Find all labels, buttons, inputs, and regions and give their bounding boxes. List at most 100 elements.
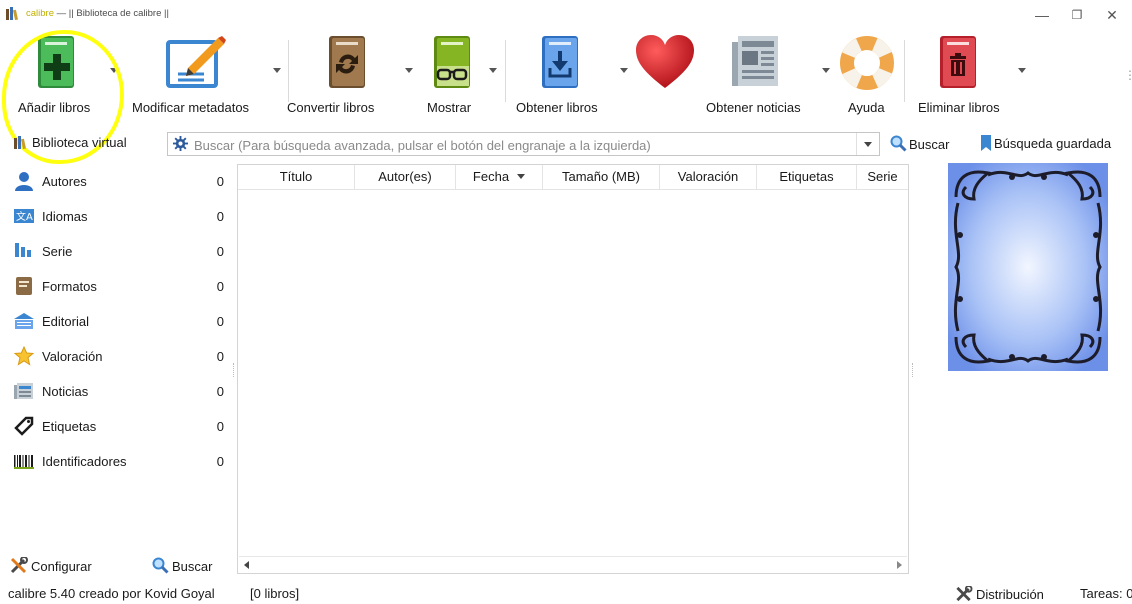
left-splitter-handle[interactable] — [233, 363, 236, 377]
tools-icon — [956, 586, 973, 602]
tag-browser-item-series[interactable]: Serie 0 — [14, 237, 224, 267]
authors-icon — [15, 172, 33, 191]
layout-button[interactable]: Distribución — [955, 586, 1044, 602]
search-icon — [890, 135, 907, 152]
edit-metadata-dropdown-arrow[interactable] — [273, 68, 281, 73]
formats-icon — [16, 277, 32, 295]
tag-browser-footer: Configurar Buscar — [0, 552, 232, 580]
book-cover-placeholder — [948, 163, 1108, 371]
search-button[interactable]: Buscar — [890, 135, 949, 152]
configure-label: Configurar — [31, 559, 92, 574]
bookmark-icon — [981, 135, 991, 151]
status-book-count: [0 libros] — [250, 586, 300, 601]
status-version: calibre 5.40 creado por Kovid Goyal — [8, 586, 215, 601]
horizontal-scrollbar[interactable] — [239, 556, 907, 573]
tag-browser-item-languages[interactable]: 文A Idiomas 0 — [14, 202, 224, 232]
jobs-indicator[interactable]: Tareas: 0 — [1080, 586, 1132, 601]
toolbar-separator — [904, 40, 905, 102]
tag-browser-item-tags[interactable]: Etiquetas 0 — [14, 412, 224, 442]
toolbar-separator — [505, 40, 506, 102]
configure-button[interactable]: Configurar — [10, 557, 92, 574]
scroll-left-arrow[interactable] — [244, 561, 249, 569]
scroll-right-arrow[interactable] — [897, 561, 902, 569]
tag-browser-item-label: Identificadores — [42, 454, 127, 469]
publisher-icon — [14, 313, 34, 329]
search-bar-row: Biblioteca virtual Buscar Búsqueda guard… — [0, 128, 1132, 162]
remove-books-dropdown-arrow[interactable] — [1018, 68, 1026, 73]
tag-browser-item-count: 0 — [216, 349, 224, 364]
tag-browser-item-label: Valoración — [42, 349, 103, 364]
virtual-library-label: Biblioteca virtual — [32, 135, 127, 150]
languages-icon: 文A — [14, 209, 34, 223]
tag-browser-item-label: Noticias — [42, 384, 89, 399]
edit-metadata-button[interactable]: Modificar metadatos — [128, 30, 268, 126]
convert-books-dropdown-arrow[interactable] — [405, 68, 413, 73]
toolbar-overflow-handle[interactable]: ⋮ — [1124, 68, 1132, 82]
column-header-size[interactable]: Tamaño (MB) — [543, 165, 660, 189]
newspaper-icon — [732, 36, 778, 86]
column-header-authors[interactable]: Autor(es) — [355, 165, 456, 189]
column-header-rating[interactable]: Valoración — [660, 165, 757, 189]
help-button[interactable]: Ayuda — [838, 30, 898, 126]
search-input[interactable] — [192, 135, 856, 155]
tag-browser-item-rating[interactable]: Valoración 0 — [14, 342, 224, 372]
remove-books-button[interactable]: Eliminar libros — [912, 30, 1012, 126]
tag-browser-item-count: 0 — [216, 244, 224, 259]
view-button[interactable]: Mostrar — [420, 30, 490, 126]
tag-browser-item-count: 0 — [216, 314, 224, 329]
maximize-button[interactable]: ❐ — [1059, 4, 1095, 26]
saved-search-button[interactable]: Búsqueda guardada — [980, 135, 1111, 151]
gear-icon[interactable] — [173, 136, 188, 151]
tag-browser-item-formats[interactable]: Formatos 0 — [14, 272, 224, 302]
tag-browser-item-authors[interactable]: Autores 0 — [14, 167, 224, 197]
column-header-tags[interactable]: Etiquetas — [757, 165, 857, 189]
news-icon — [14, 383, 33, 399]
get-books-dropdown-arrow[interactable] — [620, 68, 628, 73]
close-button[interactable]: ✕ — [1094, 4, 1130, 26]
tag-browser-item-news[interactable]: Noticias 0 — [14, 377, 224, 407]
tag-browser-item-count: 0 — [216, 209, 224, 224]
column-header-series[interactable]: Serie — [857, 165, 908, 189]
view-label: Mostrar — [427, 100, 472, 115]
virtual-library-button[interactable]: Biblioteca virtual — [14, 135, 127, 150]
tag-browser-item-label: Formatos — [42, 279, 97, 294]
search-history-dropdown[interactable] — [856, 133, 879, 155]
convert-books-icon — [329, 36, 365, 88]
barcode-icon — [14, 455, 34, 469]
column-header-title[interactable]: Título — [238, 165, 355, 189]
tag-browser-item-count: 0 — [216, 384, 224, 399]
tag-browser-item-publisher[interactable]: Editorial 0 — [14, 307, 224, 337]
virtual-library-icon — [14, 136, 26, 149]
tags-icon — [14, 416, 34, 436]
get-books-icon — [542, 36, 578, 88]
rating-star-icon — [14, 346, 34, 366]
column-header-date[interactable]: Fecha — [456, 165, 543, 189]
convert-books-button[interactable]: Convertir libros — [287, 30, 405, 126]
get-books-button[interactable]: Obtener libros — [512, 30, 612, 126]
tag-browser-item-label: Idiomas — [42, 209, 88, 224]
view-book-icon — [434, 36, 470, 88]
donate-button[interactable] — [634, 30, 696, 126]
search-icon — [152, 557, 169, 574]
minimize-button[interactable]: — — [1024, 4, 1060, 26]
right-splitter-handle[interactable] — [912, 363, 915, 377]
fetch-news-dropdown-arrow[interactable] — [822, 68, 830, 73]
window-title: calibre — || Biblioteca de calibre || — [26, 8, 169, 19]
search-button-label: Buscar — [909, 137, 950, 152]
edit-metadata-label: Modificar metadatos — [132, 100, 250, 115]
toolbar-separator — [288, 40, 289, 102]
tag-browser-item-count: 0 — [216, 279, 224, 294]
tag-browser-item-identifiers[interactable]: Identificadores 0 — [14, 447, 224, 477]
help-label: Ayuda — [848, 100, 885, 115]
view-dropdown-arrow[interactable] — [489, 68, 497, 73]
status-bar: calibre 5.40 creado por Kovid Goyal [0 l… — [0, 582, 1132, 604]
layout-label: Distribución — [976, 587, 1044, 602]
tag-browser-item-count: 0 — [216, 419, 224, 434]
edit-metadata-icon — [166, 36, 226, 88]
fetch-news-button[interactable]: Obtener noticias — [706, 30, 816, 126]
heart-icon — [636, 35, 694, 88]
search-box[interactable] — [167, 132, 880, 156]
tag-browser-item-label: Autores — [42, 174, 87, 189]
book-list[interactable]: Título Autor(es) Fecha Tamaño (MB) Valor… — [237, 164, 909, 574]
tag-browser-find-button[interactable]: Buscar — [152, 557, 212, 574]
